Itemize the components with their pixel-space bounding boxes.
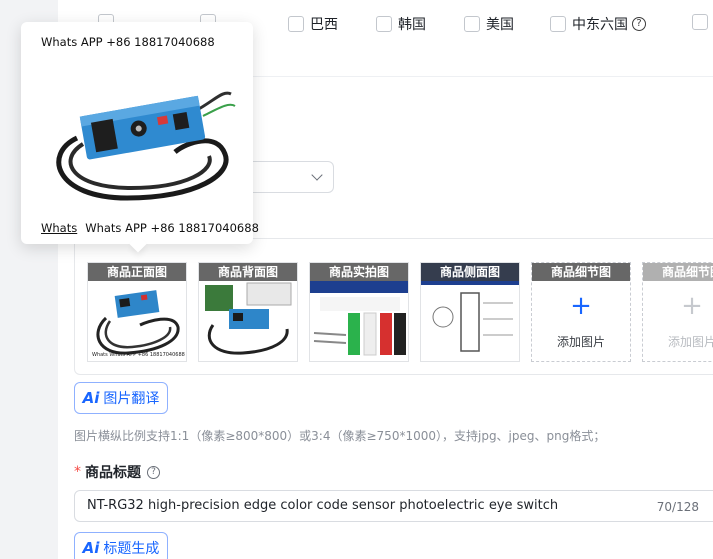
title-field-label: * 商品标题 ?	[74, 462, 160, 482]
country-checkbox-korea[interactable]: 韩国	[376, 14, 426, 34]
image-slot-front[interactable]: 商品正面图 Whats Whats APP +86 18817040688	[87, 262, 187, 362]
checkbox-box[interactable]	[464, 16, 480, 32]
country-label: 巴西	[310, 17, 338, 33]
image-translate-button[interactable]: Ai 图片翻译	[74, 382, 168, 414]
country-label: 美国	[486, 17, 514, 33]
char-counter: 70/128	[656, 500, 699, 514]
popover-top-text: Whats APP +86 18817040688	[41, 35, 215, 49]
ai-icon: Ai	[82, 389, 100, 407]
popover-bottom-prefix: Whats	[41, 221, 78, 235]
input-value[interactable]: NT-RG32 high-precision edge color code s…	[87, 498, 558, 513]
checkbox-box[interactable]	[376, 16, 392, 32]
popover-bottom-main: Whats APP +86 18817040688	[85, 221, 259, 235]
product-title-input[interactable]: NT-RG32 high-precision edge color code s…	[74, 490, 713, 522]
image-preview-popover: Whats APP +86 18817040688 Whats Whats APP…	[21, 22, 259, 253]
plus-icon: +	[681, 291, 703, 321]
button-label: 图片翻译	[103, 391, 160, 407]
image-slot-side[interactable]: 商品侧面图	[420, 262, 520, 362]
popover-bottom-text: Whats Whats APP +86 18817040688	[41, 221, 259, 235]
ai-icon: Ai	[82, 539, 100, 557]
title-generate-button[interactable]: Ai 标题生成	[74, 532, 168, 559]
country-checkbox-brazil[interactable]: 巴西	[288, 14, 338, 34]
chevron-down-icon	[311, 169, 323, 181]
image-slot-back[interactable]: 商品背面图	[198, 262, 298, 362]
slot-caption: 商品侧面图	[421, 263, 519, 281]
page: 巴西 韩国 美国 中东六国 ? 商品正面图 Whats Whats APP +8…	[0, 0, 713, 559]
help-icon[interactable]: ?	[632, 17, 646, 31]
country-checkbox-more[interactable]	[692, 14, 713, 30]
country-checkbox-middle-east[interactable]: 中东六国 ?	[550, 14, 646, 34]
plus-icon: +	[570, 291, 592, 321]
label-text: 商品标题	[85, 465, 141, 481]
image-requirements-hint: 图片横纵比例支持1:1（像素≥800*800）或3:4（像素≥750*1000）…	[74, 429, 606, 443]
country-label: 中东六国	[572, 17, 628, 33]
add-image-label: 添加图片	[556, 335, 605, 349]
checkbox-box[interactable]	[288, 16, 304, 32]
checkbox-box[interactable]	[550, 16, 566, 32]
country-label: 韩国	[398, 17, 426, 33]
image-slot-real[interactable]: 商品实拍图	[309, 262, 409, 362]
slot-caption: 商品细节图	[532, 263, 630, 281]
slot-caption: 商品背面图	[199, 263, 297, 281]
slot-caption: 商品正面图	[88, 263, 186, 281]
image-slot-detail-2[interactable]: 商品细节图 + 添加图片	[642, 262, 713, 362]
slot-caption: 商品细节图	[643, 263, 713, 281]
image-slot-detail[interactable]: 商品细节图 + 添加图片	[531, 262, 631, 362]
country-checkbox-usa[interactable]: 美国	[464, 14, 514, 34]
slot-caption: 商品实拍图	[310, 263, 408, 281]
thumb-footer: Whats Whats APP +86 18817040688	[92, 352, 185, 358]
sensor-product-image	[56, 91, 236, 201]
required-mark: *	[74, 464, 81, 480]
help-icon[interactable]: ?	[147, 465, 160, 479]
checkbox-box[interactable]	[692, 14, 708, 30]
button-label: 标题生成	[103, 541, 160, 557]
add-image-label: 添加图片	[667, 335, 713, 349]
